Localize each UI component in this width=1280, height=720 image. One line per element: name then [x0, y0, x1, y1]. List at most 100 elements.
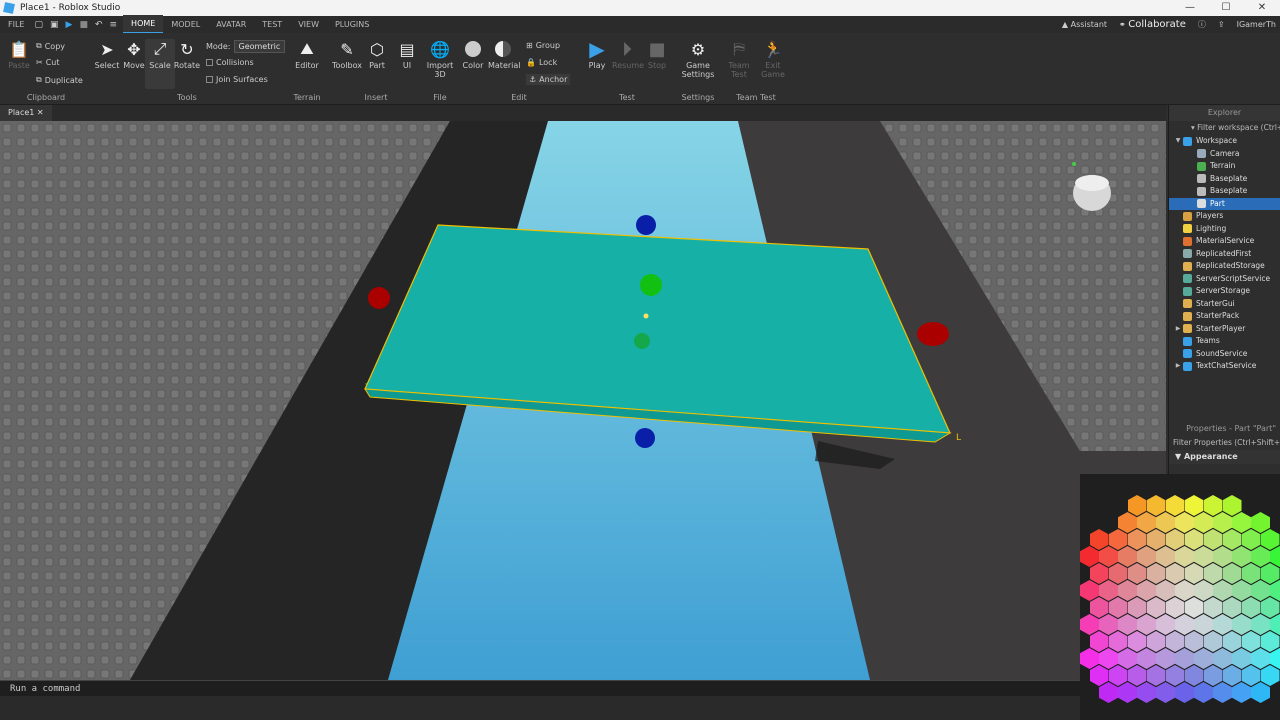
- scale-handle-right[interactable]: [917, 322, 949, 346]
- group-button[interactable]: ⊞ Group: [526, 41, 560, 50]
- color-swatch[interactable]: [1175, 512, 1194, 533]
- mode-dropdown[interactable]: Geometric: [233, 40, 286, 53]
- join-surfaces-checkbox[interactable]: [206, 76, 213, 83]
- color-swatch[interactable]: [1184, 529, 1204, 550]
- color-swatch[interactable]: [1165, 495, 1185, 516]
- expand-arrow-icon[interactable]: ▼: [1173, 135, 1183, 148]
- quick-play-icon[interactable]: ▶: [66, 20, 73, 30]
- tab-test[interactable]: TEST: [254, 16, 290, 33]
- color-swatch[interactable]: [1241, 529, 1261, 550]
- color-swatch[interactable]: [1241, 563, 1261, 584]
- expand-arrow-icon[interactable]: ▶: [1173, 360, 1183, 373]
- color-swatch[interactable]: [1194, 648, 1213, 669]
- color-swatch[interactable]: [1146, 563, 1166, 584]
- stop-button[interactable]: ■ Stop: [642, 39, 672, 71]
- tab-view[interactable]: VIEW: [290, 16, 327, 33]
- color-swatch[interactable]: [1222, 665, 1242, 686]
- quick-stop-icon[interactable]: ■: [79, 20, 88, 30]
- color-swatch[interactable]: [1194, 512, 1213, 533]
- color-swatch[interactable]: [1108, 563, 1128, 584]
- scale-handle-bottom[interactable]: [635, 428, 655, 448]
- color-swatch[interactable]: [1080, 546, 1099, 567]
- color-swatch[interactable]: [1156, 682, 1175, 703]
- duplicate-button[interactable]: ⧉ Duplicate: [36, 75, 83, 85]
- color-swatch[interactable]: [1203, 495, 1223, 516]
- color-swatch[interactable]: [1213, 682, 1232, 703]
- color-swatch[interactable]: [1118, 546, 1137, 567]
- lock-button[interactable]: 🔒 Lock: [526, 58, 557, 67]
- color-swatch[interactable]: [1222, 495, 1242, 516]
- color-swatch[interactable]: [1080, 648, 1099, 669]
- color-swatch[interactable]: [1251, 682, 1270, 703]
- color-swatch[interactable]: [1156, 546, 1175, 567]
- import-3d-button[interactable]: 🌐 Import 3D: [425, 39, 455, 80]
- color-swatch[interactable]: [1194, 682, 1213, 703]
- color-swatch[interactable]: [1089, 631, 1109, 652]
- color-swatch[interactable]: [1089, 563, 1109, 584]
- color-swatch[interactable]: [1127, 563, 1147, 584]
- color-swatch[interactable]: [1232, 648, 1251, 669]
- color-swatch[interactable]: [1175, 614, 1194, 635]
- explorer-item[interactable]: ▶ TextChatService: [1169, 360, 1280, 373]
- color-swatch[interactable]: [1108, 631, 1128, 652]
- color-swatch[interactable]: [1232, 546, 1251, 567]
- color-swatch[interactable]: [1146, 597, 1166, 618]
- explorer-item[interactable]: Terrain: [1169, 160, 1280, 173]
- color-swatch[interactable]: [1118, 580, 1137, 601]
- color-swatch[interactable]: [1232, 580, 1251, 601]
- color-swatch[interactable]: [1251, 512, 1270, 533]
- explorer-item[interactable]: ReplicatedStorage: [1169, 260, 1280, 273]
- color-swatch[interactable]: [1156, 648, 1175, 669]
- resume-button[interactable]: ⏵ Resume: [612, 37, 644, 70]
- color-swatch[interactable]: [1175, 580, 1194, 601]
- close-button[interactable]: ✕: [1244, 0, 1280, 16]
- color-swatch[interactable]: [1099, 682, 1118, 703]
- color-swatch[interactable]: [1260, 597, 1280, 618]
- color-swatch[interactable]: [1127, 665, 1147, 686]
- explorer-item[interactable]: Baseplate: [1169, 173, 1280, 186]
- color-swatch[interactable]: [1175, 682, 1194, 703]
- color-swatch[interactable]: [1222, 529, 1242, 550]
- toolbox-button[interactable]: ✎ Toolbox: [332, 39, 362, 71]
- scale-handle-down[interactable]: [634, 333, 650, 349]
- color-swatch[interactable]: [1156, 512, 1175, 533]
- color-swatch[interactable]: [1146, 665, 1166, 686]
- user-name[interactable]: IGamerTh: [1237, 20, 1276, 29]
- color-swatch[interactable]: [1213, 648, 1232, 669]
- color-swatch[interactable]: [1118, 614, 1137, 635]
- color-swatch[interactable]: [1108, 665, 1128, 686]
- color-swatch[interactable]: [1203, 529, 1223, 550]
- color-swatch[interactable]: [1203, 631, 1223, 652]
- color-swatch[interactable]: [1127, 631, 1147, 652]
- tab-place1[interactable]: Place1 ✕: [0, 105, 52, 121]
- color-swatch[interactable]: [1127, 495, 1147, 516]
- color-swatch[interactable]: [1156, 614, 1175, 635]
- explorer-item[interactable]: Teams: [1169, 335, 1280, 348]
- ui-button[interactable]: ▤ UI: [392, 39, 422, 71]
- color-swatch[interactable]: [1251, 648, 1270, 669]
- color-swatch[interactable]: [1213, 546, 1232, 567]
- play-button[interactable]: ▶ Play: [582, 37, 612, 70]
- copy-button[interactable]: ⧉ Copy: [36, 41, 65, 51]
- minimize-button[interactable]: —: [1172, 0, 1208, 16]
- color-swatch[interactable]: [1127, 529, 1147, 550]
- explorer-item[interactable]: MaterialService: [1169, 235, 1280, 248]
- color-swatch[interactable]: [1099, 614, 1118, 635]
- explorer-filter-input[interactable]: ▾ Filter workspace (Ctrl+Shift+X): [1169, 121, 1280, 135]
- new-file-icon[interactable]: ▢: [34, 20, 43, 30]
- color-swatch[interactable]: [1232, 512, 1251, 533]
- rotate-button[interactable]: ↻ Rotate: [172, 39, 202, 71]
- explorer-item[interactable]: Camera: [1169, 148, 1280, 161]
- tab-avatar[interactable]: AVATAR: [208, 16, 254, 33]
- cut-button[interactable]: ✂ Cut: [36, 58, 60, 67]
- color-swatch[interactable]: [1251, 580, 1270, 601]
- explorer-item[interactable]: ▶ StarterPlayer: [1169, 323, 1280, 336]
- color-button[interactable]: Color: [458, 39, 488, 70]
- share-icon[interactable]: ⇪: [1218, 20, 1225, 29]
- explorer-item[interactable]: Part: [1169, 197, 1280, 210]
- color-swatch[interactable]: [1165, 529, 1185, 550]
- color-swatch[interactable]: [1089, 665, 1109, 686]
- color-swatch[interactable]: [1194, 580, 1213, 601]
- explorer-item[interactable]: Players: [1169, 210, 1280, 223]
- explorer-item[interactable]: ServerScriptService: [1169, 273, 1280, 286]
